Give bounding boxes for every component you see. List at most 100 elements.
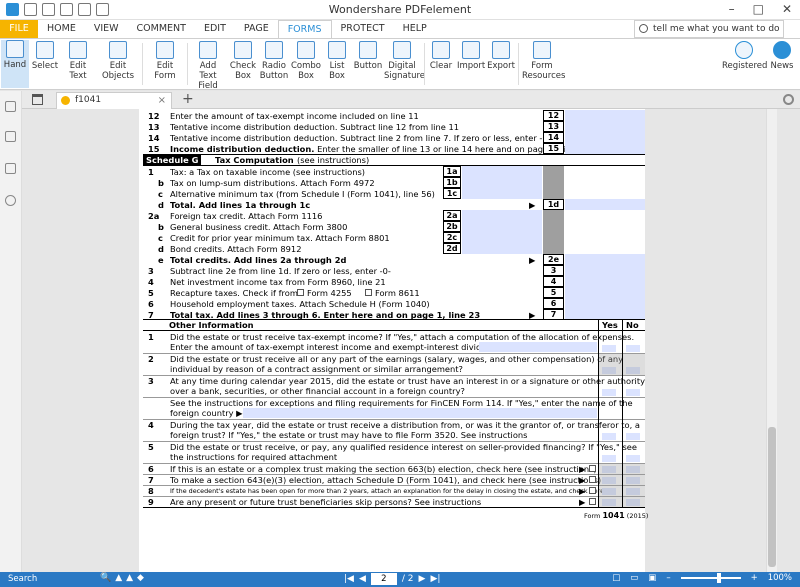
no-box[interactable]	[626, 455, 640, 462]
close-icon[interactable]: ✕	[782, 2, 792, 16]
question-number: 9	[148, 497, 154, 507]
page-number-input[interactable]: 2	[370, 573, 397, 585]
menu-file[interactable]: FILE	[0, 20, 38, 38]
minimize-icon[interactable]: –	[729, 2, 735, 16]
edit-objects-button[interactable]: Edit Objects	[97, 41, 139, 81]
line-number: c	[158, 189, 163, 199]
yes-box[interactable]	[602, 433, 616, 440]
line-number: 3	[148, 266, 154, 276]
bookmark-icon[interactable]	[5, 131, 16, 142]
rule	[622, 320, 623, 507]
fit-width-icon[interactable]: ▭	[630, 573, 638, 583]
amount-field[interactable]	[462, 210, 542, 221]
prev-page-icon[interactable]: ◀	[359, 574, 366, 584]
amount-field[interactable]	[565, 287, 645, 298]
menu-forms[interactable]: FORMS	[277, 20, 332, 38]
amount-field[interactable]	[462, 188, 542, 199]
no-box[interactable]	[626, 389, 640, 396]
gear-icon[interactable]	[783, 94, 794, 105]
menu-home[interactable]: HOME	[38, 20, 85, 38]
amount-field[interactable]	[565, 265, 645, 276]
menu-protect[interactable]: PROTECT	[332, 20, 394, 38]
amount-field[interactable]	[565, 254, 645, 265]
amount-field[interactable]	[462, 177, 542, 188]
check-box-button[interactable]: Check Box	[229, 41, 257, 81]
amount-field[interactable]	[565, 276, 645, 287]
schedule-g-label: Schedule G	[143, 155, 202, 165]
list-box-button[interactable]: List Box	[323, 41, 351, 81]
ribbon-separator	[187, 43, 188, 85]
amount-field[interactable]	[462, 232, 542, 243]
arrow-icon: ▶	[529, 200, 536, 210]
line-box: 2d	[443, 243, 461, 254]
menu-comment[interactable]: COMMENT	[128, 20, 195, 38]
amount-field[interactable]	[462, 166, 542, 177]
import-button[interactable]: Import	[457, 41, 485, 71]
menu-edit[interactable]: EDIT	[195, 20, 235, 38]
document-tab[interactable]: f1041 ×	[56, 92, 172, 109]
yes-box[interactable]	[602, 455, 616, 462]
first-page-icon[interactable]: |◀	[344, 574, 354, 584]
next-page-icon[interactable]: ▶	[419, 574, 426, 584]
zoom-slider-thumb[interactable]	[716, 573, 721, 583]
single-page-icon[interactable]: □	[612, 573, 620, 583]
foreign-country-field[interactable]	[243, 408, 597, 418]
digital-signature-button[interactable]: Digital Signature	[384, 41, 425, 81]
search-nav-icons[interactable]: 🔍▲▲◆	[100, 573, 148, 583]
new-tab-icon[interactable]: +	[182, 91, 194, 107]
zoom-out-icon[interactable]: –	[666, 573, 670, 583]
maximize-icon[interactable]: □	[753, 2, 764, 16]
combo-box-label: Combo Box	[291, 61, 322, 81]
form-4255-checkbox[interactable]	[297, 289, 304, 296]
line-text: Tax: a Tax on taxable income (see instru…	[170, 167, 366, 177]
comment-panel-icon[interactable]	[5, 163, 16, 174]
search-label[interactable]: Search	[8, 574, 37, 584]
vertical-scrollbar[interactable]	[766, 109, 777, 572]
election-checkbox[interactable]	[589, 465, 596, 472]
amount-field[interactable]	[565, 199, 645, 210]
yes-box[interactable]	[602, 389, 616, 396]
home-icon[interactable]	[32, 94, 43, 105]
last-page-icon[interactable]: ▶|	[430, 574, 440, 584]
add-text-field-button[interactable]: Add Text Field	[190, 41, 226, 91]
exempt-interest-field[interactable]	[479, 342, 597, 352]
yes-box[interactable]	[602, 345, 616, 352]
menu-help[interactable]: HELP	[394, 20, 436, 38]
thumbnails-icon[interactable]	[5, 101, 16, 112]
edit-form-button[interactable]: Edit Form	[146, 41, 184, 81]
shaded-cell	[543, 243, 564, 254]
zoom-in-icon[interactable]: +	[751, 573, 758, 583]
zoom-slider[interactable]	[680, 573, 741, 583]
registered-button[interactable]: Registered	[722, 41, 767, 71]
hand-tool-button[interactable]: Hand	[1, 40, 29, 88]
form-8611-checkbox[interactable]	[365, 289, 372, 296]
amount-field[interactable]	[462, 243, 542, 254]
radio-button-button[interactable]: Radio Button	[259, 41, 289, 81]
tell-me-input[interactable]: tell me what you want to do	[634, 20, 784, 38]
scroll-thumb[interactable]	[768, 427, 776, 567]
edit-text-button[interactable]: Edit Text	[61, 41, 95, 81]
line-number: 15	[148, 144, 160, 154]
amount-field[interactable]	[565, 110, 645, 154]
election-checkbox[interactable]	[589, 487, 596, 494]
no-box[interactable]	[626, 433, 640, 440]
menu-view[interactable]: VIEW	[85, 20, 128, 38]
amount-field[interactable]	[565, 298, 645, 309]
election-checkbox[interactable]	[589, 476, 596, 483]
form-resources-button[interactable]: Form Resources	[522, 41, 565, 81]
no-box[interactable]	[626, 345, 640, 352]
election-checkbox[interactable]	[589, 498, 596, 505]
button-tool-button[interactable]: Button	[353, 41, 383, 71]
export-button[interactable]: Export	[487, 41, 515, 71]
news-button[interactable]: News	[768, 41, 796, 71]
menu-page[interactable]: PAGE	[235, 20, 278, 38]
question-number: 6	[148, 464, 154, 474]
fit-page-icon[interactable]: ▣	[648, 573, 656, 583]
page-navigator: |◀ ◀ 2 / 2 ▶ ▶|	[344, 573, 440, 585]
close-tab-icon[interactable]: ×	[158, 93, 166, 108]
amount-field[interactable]	[462, 221, 542, 232]
combo-box-button[interactable]: Combo Box	[291, 41, 321, 81]
clear-button[interactable]: Clear	[428, 41, 454, 71]
search-panel-icon[interactable]	[5, 195, 16, 206]
select-tool-button[interactable]: Select	[31, 41, 59, 71]
